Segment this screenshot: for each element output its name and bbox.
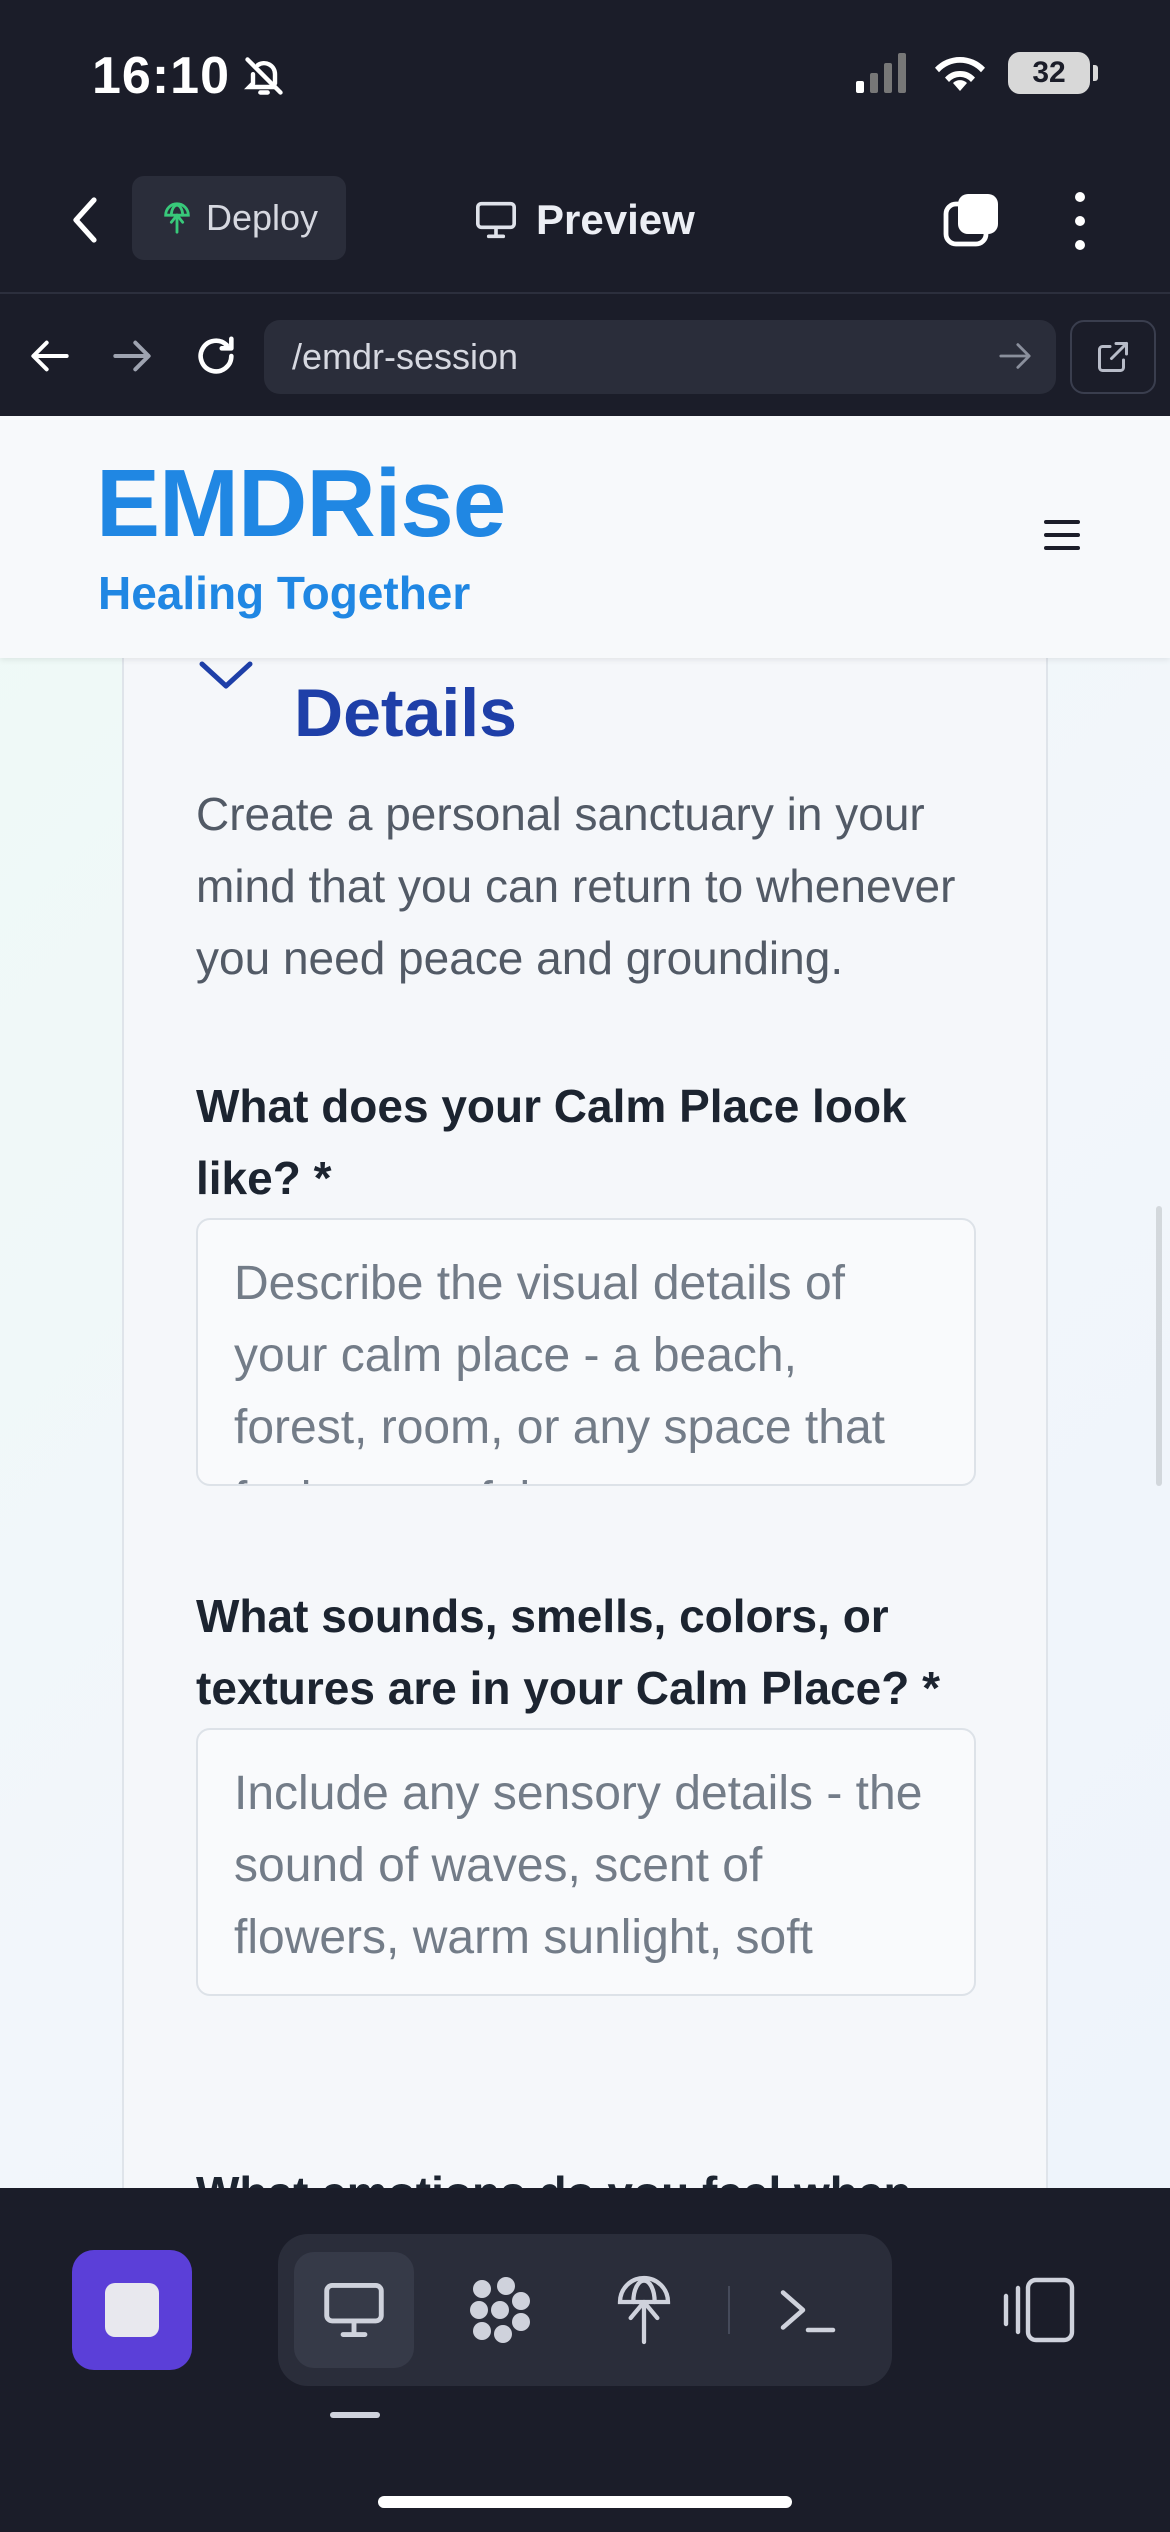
modules-icon — [470, 2277, 530, 2343]
browser-forward-button[interactable] — [102, 326, 162, 386]
external-link-icon — [1098, 342, 1128, 372]
textarea-placeholder: Include any sensory details - the sound … — [234, 1767, 923, 1964]
preview-tool-button[interactable] — [294, 2252, 414, 2368]
question-label-senses: What sounds, smells, colors, or textures… — [196, 1590, 940, 1714]
terminal-icon — [780, 2290, 836, 2333]
monitor-icon — [324, 2283, 384, 2337]
menu-icon[interactable] — [1044, 520, 1080, 550]
deploy-tool-button[interactable] — [584, 2252, 704, 2368]
deploy-button[interactable]: Deploy — [132, 176, 346, 260]
active-tab-indicator — [330, 2412, 380, 2418]
wifi-icon — [935, 56, 985, 91]
deploy-icon — [164, 202, 190, 234]
card-description: Create a personal sanctuary in your mind… — [196, 788, 956, 984]
clock: 16:10 — [92, 47, 230, 105]
textarea-placeholder: Describe the visual details of your calm… — [234, 1257, 885, 1484]
stop-button[interactable] — [72, 2250, 192, 2370]
reload-icon — [198, 336, 234, 374]
browser-back-button[interactable] — [20, 326, 80, 386]
workflows-tool-button[interactable] — [440, 2252, 560, 2368]
calm-place-look-textarea[interactable]: Describe the visual details of your calm… — [196, 1218, 976, 1486]
arrow-left-icon — [31, 340, 69, 372]
browser-toolbar: /emdr-session — [0, 296, 1170, 416]
bottom-toolbar — [0, 2188, 1170, 2532]
signal-icon — [856, 53, 906, 93]
arrow-right-icon — [113, 340, 151, 372]
calm-place-card: Details Create a personal sanctuary in y… — [122, 616, 1048, 2188]
app-header: Deploy Preview — [0, 150, 1170, 294]
preview-tab[interactable]: Preview — [474, 190, 695, 250]
card-title: Details — [294, 675, 517, 751]
url-text: /emdr-session — [292, 336, 519, 377]
chevron-down-icon[interactable] — [198, 656, 254, 696]
scrollbar[interactable] — [1156, 1206, 1162, 1486]
go-arrow-icon[interactable] — [998, 338, 1032, 374]
url-field[interactable]: /emdr-session — [264, 320, 1056, 394]
site-tagline: Healing Together — [98, 567, 471, 619]
status-indicators: 32 — [856, 52, 1098, 94]
site-header: EMDRise Healing Together — [0, 416, 1170, 658]
split-view-icon[interactable] — [1000, 2274, 1076, 2346]
tool-switcher — [278, 2234, 892, 2386]
status-time: 16:10 — [92, 46, 286, 106]
tabs-icon[interactable] — [942, 190, 1002, 250]
bell-slash-icon — [244, 57, 283, 95]
deploy-label: Deploy — [205, 197, 319, 238]
monitor-icon — [476, 201, 516, 239]
preview-label: Preview — [536, 196, 695, 243]
open-external-button[interactable] — [1070, 320, 1156, 394]
question-label-emotions: What emotions do you feel when — [196, 2166, 912, 2188]
deploy-icon — [617, 2275, 671, 2345]
chevron-left-icon — [73, 197, 97, 243]
battery-indicator: 32 — [1008, 52, 1098, 94]
web-preview: EMDRise Healing Together Details Create … — [0, 416, 1170, 2188]
tool-separator — [728, 2286, 730, 2334]
calm-place-senses-textarea[interactable]: Include any sensory details - the sound … — [196, 1728, 976, 1996]
back-button[interactable] — [60, 190, 110, 250]
more-options-icon[interactable] — [1060, 186, 1100, 256]
home-indicator — [378, 2496, 792, 2508]
status-bar: 16:10 32 — [0, 0, 1170, 150]
stop-icon — [105, 2283, 159, 2337]
question-label-look: What does your Calm Place look like? * — [196, 1080, 907, 1204]
console-tool-button[interactable] — [748, 2252, 868, 2368]
site-logo[interactable]: EMDRise — [96, 456, 506, 552]
reload-button[interactable] — [186, 326, 246, 386]
